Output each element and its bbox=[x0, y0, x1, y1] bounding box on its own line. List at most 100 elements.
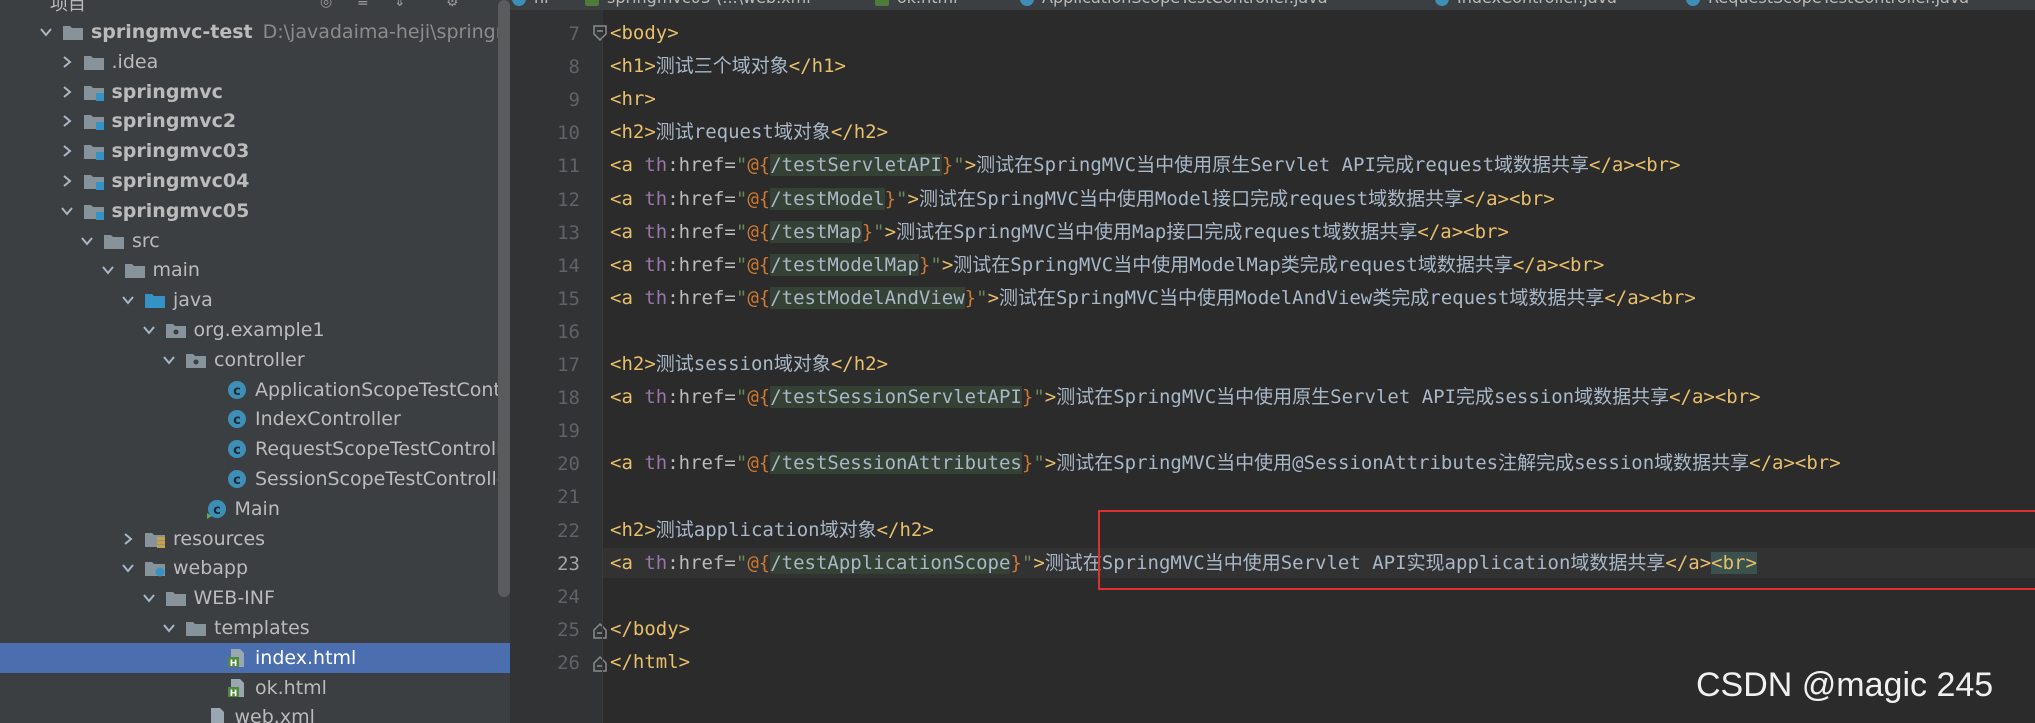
tree-item-org-example1[interactable]: org.example1 bbox=[0, 315, 510, 345]
code-editor[interactable]: nl springmvc05 (...\web.xml ok.html Applica… bbox=[510, 0, 2035, 723]
code-token: " bbox=[735, 220, 748, 243]
tree-item-index-html[interactable]: Hindex.html bbox=[0, 642, 510, 673]
tree-item-ok-html[interactable]: Hok.html bbox=[0, 673, 510, 703]
code-line[interactable]: </html> bbox=[610, 647, 690, 677]
code-token: </a><br> bbox=[1669, 386, 1761, 409]
project-panel-label[interactable]: 项目 bbox=[50, 0, 86, 16]
fold-open-icon[interactable] bbox=[593, 25, 607, 43]
editor-tab[interactable]: springmvc05 (...\web.xml bbox=[585, 0, 811, 10]
tree-item-springmvc04[interactable]: springmvc04 bbox=[0, 166, 510, 196]
chevron-down-icon[interactable] bbox=[141, 315, 159, 345]
target-icon[interactable]: ◎ bbox=[320, 0, 334, 9]
code-line[interactable]: <h1>测试三个域对象</h1> bbox=[610, 51, 846, 81]
code-token: <a bbox=[610, 253, 645, 276]
tree-item-java[interactable]: java bbox=[0, 285, 510, 315]
tree-scrollbar[interactable] bbox=[498, 0, 510, 597]
tree-item-requestscopetestcontroller[interactable]: c RequestScopeTestController bbox=[0, 434, 510, 464]
editor-tab[interactable]: IndexController.java bbox=[1435, 0, 1617, 10]
tree-item-sessionscopetestcontroller[interactable]: c SessionScopeTestController bbox=[0, 464, 510, 494]
tree-item-label: templates bbox=[214, 617, 310, 639]
tree-item-label: springmvc03 bbox=[111, 140, 250, 163]
code-line[interactable]: </body> bbox=[610, 614, 690, 644]
collapse-all-icon[interactable]: ≡ bbox=[357, 0, 371, 9]
code-token: 测试在SpringMVC当中使用原生Servlet API完成session域数… bbox=[1056, 386, 1670, 409]
tree-item-webapp[interactable]: webapp bbox=[0, 553, 510, 583]
tree-item-springmvc[interactable]: springmvc bbox=[0, 77, 510, 107]
editor-tab[interactable]: ok.html bbox=[875, 0, 958, 10]
code-line[interactable]: <h2>测试application域对象</h2> bbox=[610, 515, 934, 545]
chevron-down-icon[interactable] bbox=[161, 345, 179, 375]
chevron-down-icon[interactable] bbox=[100, 255, 118, 285]
code-line[interactable]: <a th:href="@{/testSessionAttributes}">测… bbox=[610, 448, 1841, 478]
tree-item-springmvc03[interactable]: springmvc03 bbox=[0, 136, 510, 166]
code-token: :href= bbox=[667, 154, 736, 177]
code-line[interactable]: <a th:href="@{/testModel}">测试在SpringMVC当… bbox=[610, 184, 1555, 214]
tree-item--idea[interactable]: .idea bbox=[0, 47, 510, 77]
code-token: th bbox=[644, 154, 668, 177]
fold-close-icon[interactable] bbox=[593, 621, 607, 639]
chevron-right-icon[interactable] bbox=[59, 77, 77, 107]
editor-tab[interactable]: nl bbox=[512, 0, 549, 10]
line-number: 21 bbox=[557, 486, 580, 509]
main-class-icon: c bbox=[206, 499, 228, 519]
tree-item-web-inf[interactable]: WEB-INF bbox=[0, 583, 510, 613]
expand-icon[interactable]: ⇕ bbox=[394, 0, 408, 9]
code-token: 测试在SpringMVC当中使用@SessionAttributes注解完成se… bbox=[1056, 452, 1750, 475]
chevron-right-icon[interactable] bbox=[59, 166, 77, 196]
chevron-down-icon[interactable] bbox=[161, 613, 179, 643]
chevron-right-icon[interactable] bbox=[120, 524, 138, 554]
code-line[interactable]: <a th:href="@{/testMap}">测试在SpringMVC当中使… bbox=[610, 217, 1509, 247]
tree-item-templates[interactable]: templates bbox=[0, 613, 510, 643]
code-token: /testSessionServletAPI bbox=[770, 386, 1022, 409]
tree-item-springmvc05[interactable]: springmvc05 bbox=[0, 196, 510, 226]
code-token: " bbox=[930, 253, 942, 276]
resources-folder-icon bbox=[144, 529, 166, 549]
code-token: 测试application域对象 bbox=[655, 518, 877, 541]
code-line[interactable]: <hr> bbox=[610, 84, 656, 114]
code-token: <a bbox=[610, 154, 645, 177]
tree-item-indexcontroller[interactable]: c IndexController bbox=[0, 404, 510, 434]
html-file-icon bbox=[875, 0, 889, 6]
tree-item-applicationscopetestcontroller[interactable]: c ApplicationScopeTestController bbox=[0, 375, 510, 405]
gear-icon[interactable]: ⚙ bbox=[446, 0, 460, 9]
chevron-right-icon[interactable] bbox=[59, 136, 77, 166]
tree-item-main[interactable]: main bbox=[0, 255, 510, 285]
chevron-right-icon[interactable] bbox=[59, 47, 77, 77]
chevron-down-icon[interactable] bbox=[120, 553, 138, 583]
code-line[interactable]: <h2>测试session域对象</h2> bbox=[610, 349, 888, 379]
tree-item-springmvc2[interactable]: springmvc2 bbox=[0, 106, 510, 136]
code-line[interactable]: <body> bbox=[610, 18, 679, 48]
chevron-down-icon[interactable] bbox=[120, 285, 138, 315]
code-line[interactable]: <a th:href="@{/testModelMap}">测试在SpringM… bbox=[610, 250, 1604, 280]
tree-item-src[interactable]: src bbox=[0, 226, 510, 256]
code-token: " bbox=[953, 154, 965, 177]
tree-item-controller[interactable]: controller bbox=[0, 345, 510, 375]
xml-file-icon bbox=[206, 707, 228, 723]
chevron-down-icon[interactable] bbox=[59, 196, 77, 226]
code-token: > bbox=[907, 187, 919, 210]
editor-tab[interactable]: RequestScopeTestController.java bbox=[1686, 0, 1969, 10]
code-token: :href= bbox=[667, 286, 736, 309]
html-file-icon: H bbox=[226, 678, 248, 699]
code-token: <h2> bbox=[610, 353, 656, 375]
code-line[interactable]: <a th:href="@{/testSessionServletAPI}">测… bbox=[610, 382, 1761, 412]
code-token: </a><br> bbox=[1604, 286, 1696, 309]
chevron-down-icon[interactable] bbox=[38, 17, 56, 47]
fold-close-icon[interactable] bbox=[593, 654, 607, 672]
chevron-down-icon[interactable] bbox=[141, 583, 159, 613]
code-token: th bbox=[644, 220, 668, 243]
chevron-right-icon[interactable] bbox=[59, 106, 77, 136]
code-line[interactable]: <a th:href="@{/testServletAPI}">测试在Sprin… bbox=[610, 150, 1681, 180]
tree-item-label: index.html bbox=[255, 646, 357, 669]
tree-item-main[interactable]: c Main bbox=[0, 494, 510, 524]
chevron-down-icon[interactable] bbox=[79, 226, 97, 256]
tree-item-web-xml[interactable]: web.xml bbox=[0, 702, 510, 723]
tree-item-springmvc-test[interactable]: springmvc-testD:\javadaima-heji\springmv… bbox=[0, 17, 510, 47]
tree-item-resources[interactable]: resources bbox=[0, 524, 510, 554]
code-line[interactable]: <h2>测试request域对象</h2> bbox=[610, 117, 888, 147]
code-line[interactable]: <a th:href="@{/testModelAndView}">测试在Spr… bbox=[610, 283, 1696, 313]
editor-tab[interactable]: ApplicationScopeTestController.java bbox=[1020, 0, 1328, 10]
code-token: <a bbox=[610, 286, 645, 309]
code-token: @{ bbox=[747, 187, 771, 210]
code-token: > bbox=[1044, 386, 1057, 409]
